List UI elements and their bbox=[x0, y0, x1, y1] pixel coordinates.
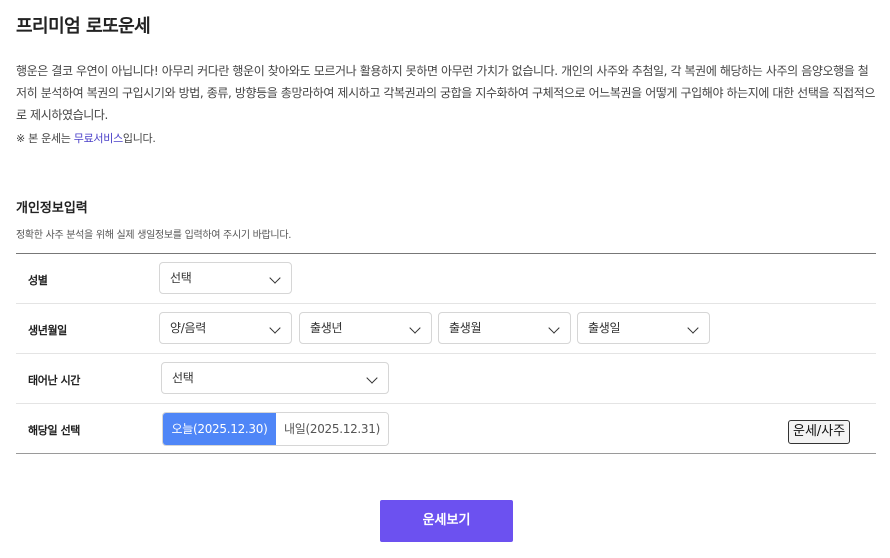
gender-select-value: 선택 bbox=[170, 271, 192, 285]
calendar-type-value: 양/음력 bbox=[170, 321, 206, 335]
today-option[interactable]: 오늘(2025.12.30) bbox=[163, 413, 276, 445]
birth-month-select[interactable]: 출생월 bbox=[438, 312, 571, 344]
free-service-link[interactable]: 무료서비스 bbox=[74, 132, 123, 145]
view-fortune-button[interactable]: 운세보기 bbox=[380, 500, 513, 542]
section-title: 개인정보입력 bbox=[16, 201, 88, 216]
birth-month-value: 출생월 bbox=[449, 321, 482, 335]
intro-text: 행운은 결코 우연이 아닙니다! 아무리 커다란 행운이 찾아와도 모르거나 활… bbox=[16, 64, 876, 122]
gender-label: 성별 bbox=[28, 274, 48, 287]
personal-info-form: 성별 선택 생년월일 양/음력 출생년 출생월 출생일 태어난 시간 선택 해당… bbox=[16, 253, 876, 454]
chevron-down-icon bbox=[548, 322, 560, 334]
gender-select[interactable]: 선택 bbox=[159, 262, 292, 294]
gender-row: 성별 선택 bbox=[16, 254, 876, 304]
birth-date-label: 생년월일 bbox=[28, 324, 67, 337]
birth-day-value: 출생일 bbox=[588, 321, 621, 335]
target-date-label: 해당일 선택 bbox=[28, 424, 81, 437]
birth-time-label: 태어난 시간 bbox=[28, 374, 81, 387]
target-date-row: 해당일 선택 오늘(2025.12.30) 내일(2025.12.31) 운세/… bbox=[16, 404, 876, 454]
birth-year-value: 출생년 bbox=[310, 321, 343, 335]
section-description: 정확한 사주 분석을 위해 실제 생일정보를 입력하여 주시기 바랍니다. bbox=[16, 230, 292, 241]
birth-year-select[interactable]: 출생년 bbox=[299, 312, 432, 344]
chevron-down-icon bbox=[409, 322, 421, 334]
chevron-down-icon bbox=[269, 322, 281, 334]
chevron-down-icon bbox=[269, 272, 281, 284]
chevron-down-icon bbox=[366, 372, 378, 384]
service-note: ※ 본 운세는 무료서비스입니다. bbox=[16, 130, 156, 146]
target-date-toggle: 오늘(2025.12.30) 내일(2025.12.31) bbox=[162, 412, 389, 446]
chevron-down-icon bbox=[687, 322, 699, 334]
birth-time-value: 선택 bbox=[172, 371, 194, 385]
note-prefix: ※ 본 운세는 bbox=[16, 132, 74, 145]
note-suffix: 입니다. bbox=[122, 132, 156, 145]
birth-day-select[interactable]: 출생일 bbox=[577, 312, 710, 344]
fortune-saju-button[interactable]: 운세/사주 bbox=[788, 420, 851, 444]
tomorrow-option[interactable]: 내일(2025.12.31) bbox=[276, 413, 388, 445]
page-title: 프리미엄 로또운세 bbox=[16, 16, 151, 37]
birth-time-row: 태어난 시간 선택 bbox=[16, 354, 876, 404]
birth-date-row: 생년월일 양/음력 출생년 출생월 출생일 bbox=[16, 304, 876, 354]
calendar-type-select[interactable]: 양/음력 bbox=[159, 312, 292, 344]
birth-time-select[interactable]: 선택 bbox=[161, 362, 389, 394]
